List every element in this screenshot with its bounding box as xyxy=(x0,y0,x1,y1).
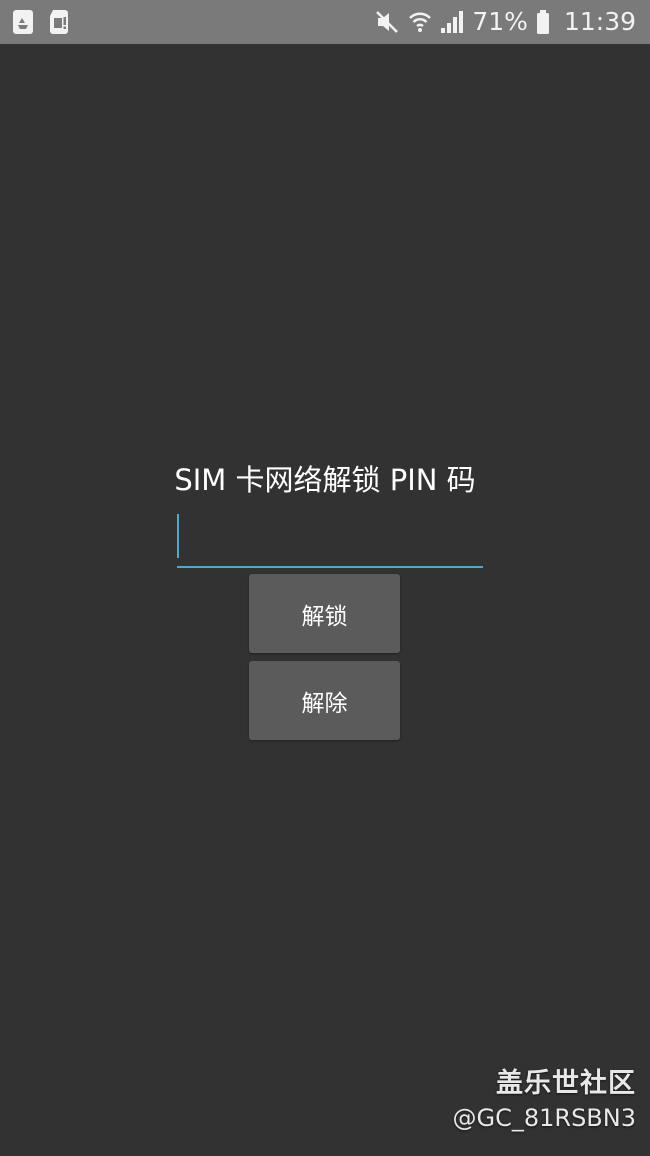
watermark-user: @GC_81RSBN3 xyxy=(452,1104,637,1132)
status-bar-notifications xyxy=(12,8,70,36)
cell-signal-icon xyxy=(440,9,464,35)
pin-prompt-title: SIM 卡网络解锁 PIN 码 xyxy=(174,463,476,497)
unlock-button[interactable]: 解锁 xyxy=(249,574,400,653)
status-clock: 11:39 xyxy=(563,7,636,36)
status-bar-system: 71% 11:39 xyxy=(374,6,636,38)
mute-icon xyxy=(374,9,400,35)
sim-card-alert-icon xyxy=(48,9,70,35)
pin-input[interactable] xyxy=(177,512,483,566)
pin-field[interactable] xyxy=(177,512,483,568)
battery-percentage: 71% xyxy=(472,7,528,36)
dismiss-button[interactable]: 解除 xyxy=(249,661,400,740)
battery-icon xyxy=(536,9,550,35)
status-bar: 71% 11:39 xyxy=(0,0,650,44)
recycle-notification-icon xyxy=(12,9,34,35)
sim-unlock-screen: 71% 11:39 SIM 卡网络解锁 PIN 码 解锁 解除 盖乐世社区 @G… xyxy=(0,0,650,1156)
watermark: 盖乐世社区 @GC_81RSBN3 xyxy=(453,1066,637,1134)
watermark-brand: 盖乐世社区 xyxy=(496,1068,636,1099)
wifi-icon xyxy=(408,9,432,35)
